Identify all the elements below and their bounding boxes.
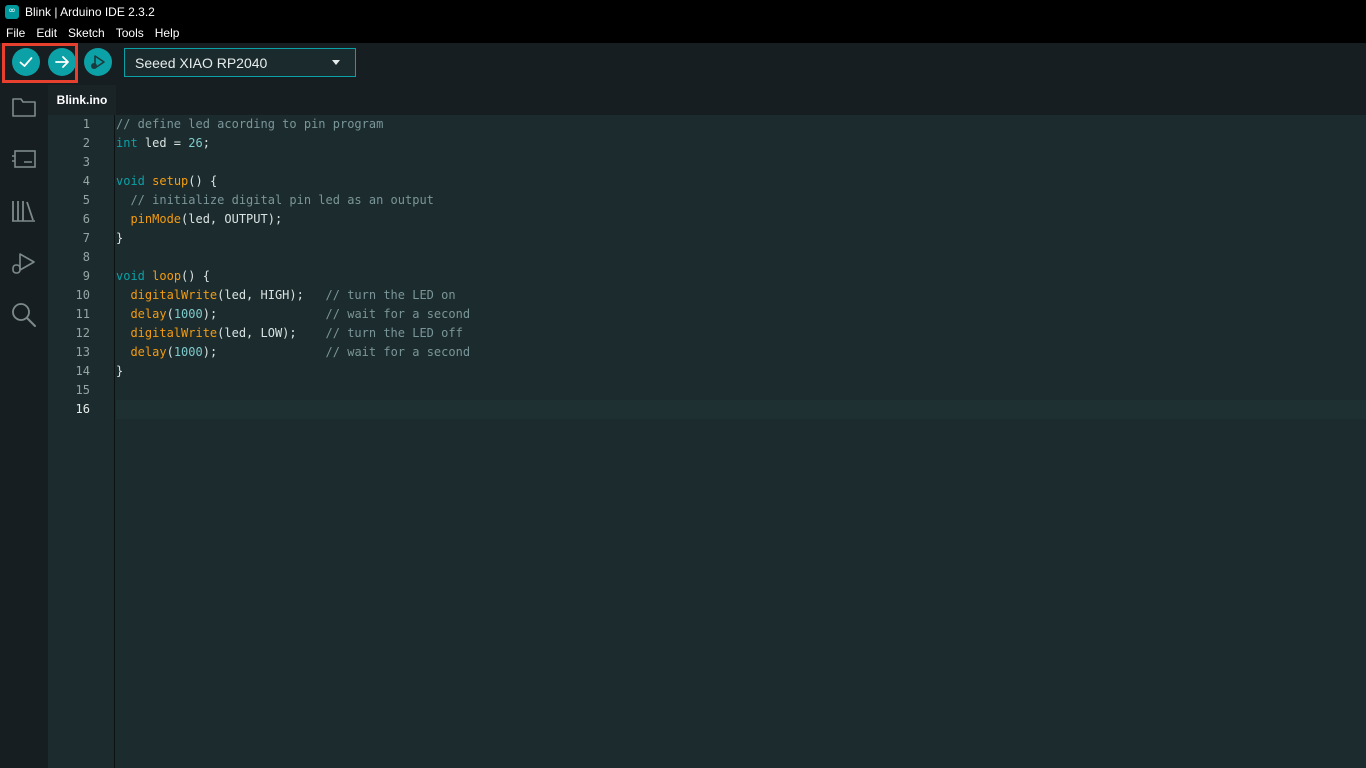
code-token: } bbox=[116, 364, 124, 378]
code-token: loop bbox=[152, 269, 182, 283]
code-line: digitalWrite(led, LOW); // turn the LED … bbox=[116, 324, 463, 343]
code-token: } bbox=[116, 231, 124, 245]
window-title: Blink | Arduino IDE 2.3.2 bbox=[25, 4, 155, 19]
line-number: 7 bbox=[82, 231, 90, 245]
line-number: 2 bbox=[82, 136, 90, 150]
code-token: int bbox=[116, 136, 138, 150]
menu-bar: File Edit Sketch Tools Help bbox=[0, 23, 1366, 43]
code-token: ); bbox=[202, 345, 326, 359]
line-number: 13 bbox=[75, 345, 90, 359]
chevron-down-icon bbox=[332, 60, 340, 65]
code-line: digitalWrite(led, HIGH); // turn the LED… bbox=[116, 286, 456, 305]
code-token: void bbox=[116, 174, 145, 188]
code-token: // turn the LED off bbox=[325, 326, 463, 340]
debug-icon[interactable] bbox=[10, 249, 38, 277]
code-token: 1000 bbox=[173, 307, 203, 321]
code-editor[interactable]: 1 2 3 4 5 6 7 8 9 10 11 12 13 14 15 16 // define led ac… bbox=[48, 115, 1366, 768]
board-selector[interactable]: Seeed XIAO RP2040 bbox=[124, 48, 356, 77]
menu-help[interactable]: Help bbox=[149, 26, 185, 40]
library-icon[interactable] bbox=[10, 197, 38, 225]
current-line-highlight bbox=[116, 400, 1366, 419]
line-number: 3 bbox=[82, 155, 90, 169]
code-line: // define led acording to pin program bbox=[116, 115, 383, 134]
code-token: () { bbox=[181, 269, 210, 283]
code-token: digitalWrite bbox=[130, 288, 218, 302]
board-label: Seeed XIAO RP2040 bbox=[135, 54, 268, 71]
arduino-logo-icon: ∞ bbox=[5, 4, 19, 19]
line-number: 5 bbox=[82, 193, 90, 207]
folder-icon[interactable] bbox=[10, 93, 38, 121]
menu-file[interactable]: File bbox=[0, 26, 30, 40]
code-token: ( bbox=[166, 345, 174, 359]
line-number: 14 bbox=[75, 364, 90, 378]
search-icon[interactable] bbox=[10, 301, 38, 329]
debug-button[interactable] bbox=[84, 48, 112, 76]
code-token: // wait for a second bbox=[325, 307, 471, 321]
tab-strip: Blink.ino bbox=[48, 85, 1366, 115]
code-token: ( bbox=[166, 307, 174, 321]
debug-play-icon bbox=[91, 55, 105, 69]
code-token: void bbox=[116, 269, 145, 283]
code-token: led = bbox=[137, 136, 189, 150]
code-line: void loop() { bbox=[116, 267, 210, 286]
line-number: 15 bbox=[75, 383, 90, 397]
line-number: 8 bbox=[82, 250, 90, 264]
tab-blink-ino[interactable]: Blink.ino bbox=[48, 85, 116, 115]
code-token: (led, LOW); bbox=[217, 326, 326, 340]
code-token: // turn the LED on bbox=[325, 288, 456, 302]
code-line: void setup() { bbox=[116, 172, 217, 191]
code-token: // define led acording to pin program bbox=[116, 117, 384, 131]
code-token: (led, OUTPUT); bbox=[181, 212, 283, 226]
toolbar: Seeed XIAO RP2040 bbox=[0, 43, 1366, 85]
line-number: 1 bbox=[82, 117, 90, 131]
menu-sketch[interactable]: Sketch bbox=[62, 26, 110, 40]
menu-tools[interactable]: Tools bbox=[110, 26, 149, 40]
code-line: int led = 26; bbox=[116, 134, 210, 153]
code-line: } bbox=[116, 362, 123, 381]
code-token: setup bbox=[152, 174, 189, 188]
code-area[interactable]: // define led acording to pin program int… bbox=[116, 115, 1366, 768]
line-number-gutter: 1 2 3 4 5 6 7 8 9 10 11 12 13 14 15 16 bbox=[48, 115, 115, 768]
code-token: digitalWrite bbox=[130, 326, 218, 340]
menu-edit[interactable]: Edit bbox=[30, 26, 62, 40]
line-number: 9 bbox=[82, 269, 90, 283]
activity-bar bbox=[0, 85, 48, 768]
code-token: 1000 bbox=[173, 345, 203, 359]
board-manager-icon[interactable] bbox=[10, 145, 38, 173]
line-number: 4 bbox=[82, 174, 90, 188]
code-token: pinMode bbox=[130, 212, 182, 226]
line-number: 6 bbox=[82, 212, 90, 226]
code-token: // initialize digital pin led as an outp… bbox=[130, 193, 434, 207]
code-token: 26 bbox=[188, 136, 203, 150]
code-line: delay(1000); // wait for a second bbox=[116, 343, 470, 362]
line-number: 12 bbox=[75, 326, 90, 340]
code-line: pinMode(led, OUTPUT); bbox=[116, 210, 282, 229]
highlight-box bbox=[2, 43, 78, 83]
code-token: delay bbox=[130, 307, 167, 321]
code-token: () { bbox=[188, 174, 218, 188]
code-token: delay bbox=[130, 345, 167, 359]
line-number: 11 bbox=[75, 307, 90, 321]
code-token: ); bbox=[202, 307, 326, 321]
code-token: // wait for a second bbox=[325, 345, 471, 359]
line-number: 16 bbox=[75, 402, 90, 416]
code-line: // initialize digital pin led as an outp… bbox=[116, 191, 434, 210]
title-bar: ∞ Blink | Arduino IDE 2.3.2 bbox=[0, 0, 1366, 23]
code-line: } bbox=[116, 229, 123, 248]
code-token: (led, HIGH); bbox=[217, 288, 326, 302]
tab-label: Blink.ino bbox=[56, 93, 108, 107]
code-line: delay(1000); // wait for a second bbox=[116, 305, 470, 324]
code-token: ; bbox=[202, 136, 210, 150]
line-number: 10 bbox=[75, 288, 90, 302]
